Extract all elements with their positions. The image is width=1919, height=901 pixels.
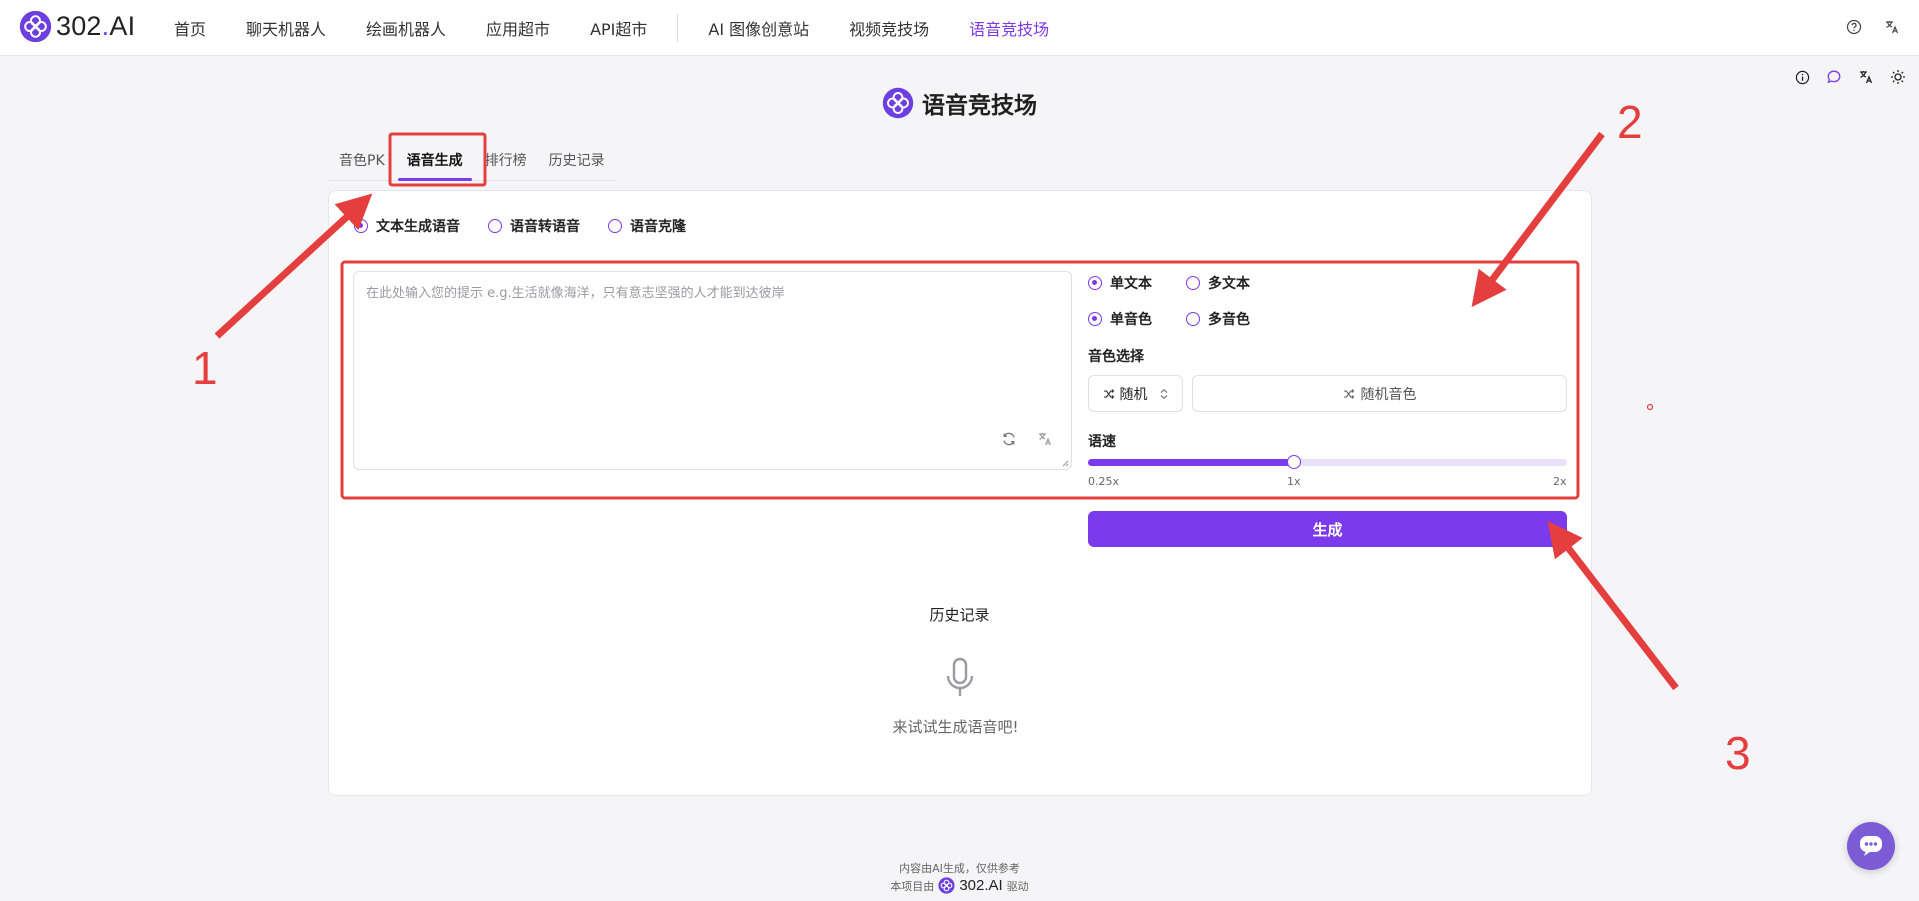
- annotation-dot: [1646, 403, 1654, 411]
- page-title: 语音竞技场: [922, 93, 1037, 119]
- nav-right-tools: [1841, 14, 1905, 40]
- footer-disclaimer: 内容由AI生成，仅供参考: [899, 862, 1020, 875]
- tab-voice-pk[interactable]: 音色PK: [328, 150, 396, 180]
- radio-checked-icon: [1088, 276, 1102, 290]
- chat-icon: [1860, 836, 1882, 856]
- radio-unchecked-icon: [1186, 312, 1200, 326]
- speed-mid-label: 1x: [1287, 475, 1301, 488]
- tab-history[interactable]: 历史记录: [538, 150, 616, 180]
- footer-brand[interactable]: 302.AI: [959, 877, 1002, 894]
- shuffle-icon: [1343, 388, 1354, 399]
- chat-support-button[interactable]: [1847, 822, 1895, 870]
- prompt-tools: [1001, 431, 1053, 451]
- mode-voice-clone[interactable]: 语音克隆: [608, 216, 686, 236]
- mode-text-to-speech[interactable]: 文本生成语音: [354, 216, 460, 236]
- single-voice-option[interactable]: 单音色: [1088, 309, 1152, 329]
- mode-speech-to-speech[interactable]: 语音转语音: [488, 216, 580, 236]
- footer-powered-by: 本项目由 302.AI 驱动: [890, 877, 1029, 894]
- annotation-number-1: 1: [192, 342, 218, 394]
- nav-api-market[interactable]: API超市: [570, 16, 667, 40]
- refresh-icon[interactable]: [1001, 431, 1017, 451]
- nav-divider: [677, 13, 679, 42]
- prompt-box: [353, 271, 1072, 470]
- tab-voice-generation[interactable]: 语音生成: [396, 150, 474, 181]
- help-icon[interactable]: [1841, 14, 1867, 40]
- nav-video-arena[interactable]: 视频竞技场: [829, 16, 949, 40]
- page-toolbar: [1789, 66, 1911, 88]
- generation-mode-group: 文本生成语音 语音转语音 语音克隆: [354, 216, 686, 236]
- nav-menu: 首页 聊天机器人 绘画机器人 应用超市 API超市 AI 图像创意站 视频竞技场…: [154, 0, 1069, 55]
- random-voice-button[interactable]: 随机音色: [1192, 375, 1567, 412]
- nav-chatbot[interactable]: 聊天机器人: [226, 16, 346, 40]
- speed-slider-thumb[interactable]: [1286, 455, 1301, 469]
- speed-min-label: 0.25x: [1088, 475, 1120, 488]
- multi-text-option[interactable]: 多文本: [1186, 273, 1250, 293]
- logo-text: 302.AI: [56, 10, 136, 41]
- history-title: 历史记录: [929, 606, 990, 624]
- text-mode-group: 单文本 多文本: [1088, 273, 1250, 293]
- nav-image-studio[interactable]: AI 图像创意站: [688, 16, 829, 40]
- speed-label: 语速: [1088, 434, 1116, 450]
- tab-leaderboard[interactable]: 排行榜: [474, 150, 538, 180]
- nav-app-market[interactable]: 应用超市: [466, 16, 570, 40]
- voice-mode-group: 单音色 多音色: [1088, 309, 1250, 329]
- prompt-input[interactable]: [354, 272, 1071, 422]
- radio-unchecked-icon: [608, 219, 622, 233]
- logo-icon: [938, 877, 955, 894]
- tab-bar: 音色PK 语音生成 排行榜 历史记录: [328, 144, 616, 181]
- nav-drawing-bot[interactable]: 绘画机器人: [346, 16, 466, 40]
- radio-checked-icon: [1088, 312, 1102, 326]
- voice-select-label: 音色选择: [1088, 349, 1144, 365]
- voice-arena-logo-icon: [882, 87, 914, 119]
- nav-home[interactable]: 首页: [154, 16, 226, 40]
- single-text-option[interactable]: 单文本: [1088, 273, 1152, 293]
- generate-button[interactable]: 生成: [1088, 511, 1567, 547]
- translate-icon[interactable]: [1037, 431, 1053, 451]
- translate-icon[interactable]: [1853, 66, 1879, 88]
- annotation-number-2: 2: [1617, 96, 1643, 148]
- voice-select-value: 随机: [1119, 386, 1148, 403]
- radio-unchecked-icon: [488, 219, 502, 233]
- microphone-icon: [946, 657, 974, 696]
- nav-voice-arena[interactable]: 语音竞技场: [949, 16, 1069, 40]
- radio-checked-icon: [354, 219, 368, 233]
- chevron-updown-icon: [1160, 388, 1167, 399]
- speed-slider[interactable]: [1088, 455, 1567, 469]
- voice-select-dropdown[interactable]: 随机: [1088, 375, 1183, 412]
- logo[interactable]: 302.AI: [19, 9, 135, 43]
- top-nav: 302.AI 首页 聊天机器人 绘画机器人 应用超市 API超市 AI 图像创意…: [0, 0, 1919, 56]
- shuffle-icon: [1103, 388, 1114, 399]
- history-empty-text: 来试试生成语音吧!: [892, 718, 1019, 736]
- speed-slider-fill: [1088, 459, 1294, 466]
- translate-icon[interactable]: [1879, 14, 1905, 40]
- resize-handle-icon[interactable]: [1061, 459, 1069, 467]
- annotation-number-3: 3: [1725, 727, 1751, 779]
- multi-voice-option[interactable]: 多音色: [1186, 309, 1250, 329]
- radio-unchecked-icon: [1186, 276, 1200, 290]
- info-icon[interactable]: [1789, 66, 1815, 88]
- logo-icon: [19, 10, 52, 42]
- sun-icon[interactable]: [1885, 66, 1911, 88]
- speed-max-label: 2x: [1553, 475, 1567, 488]
- chat-bubble-icon[interactable]: [1821, 66, 1847, 88]
